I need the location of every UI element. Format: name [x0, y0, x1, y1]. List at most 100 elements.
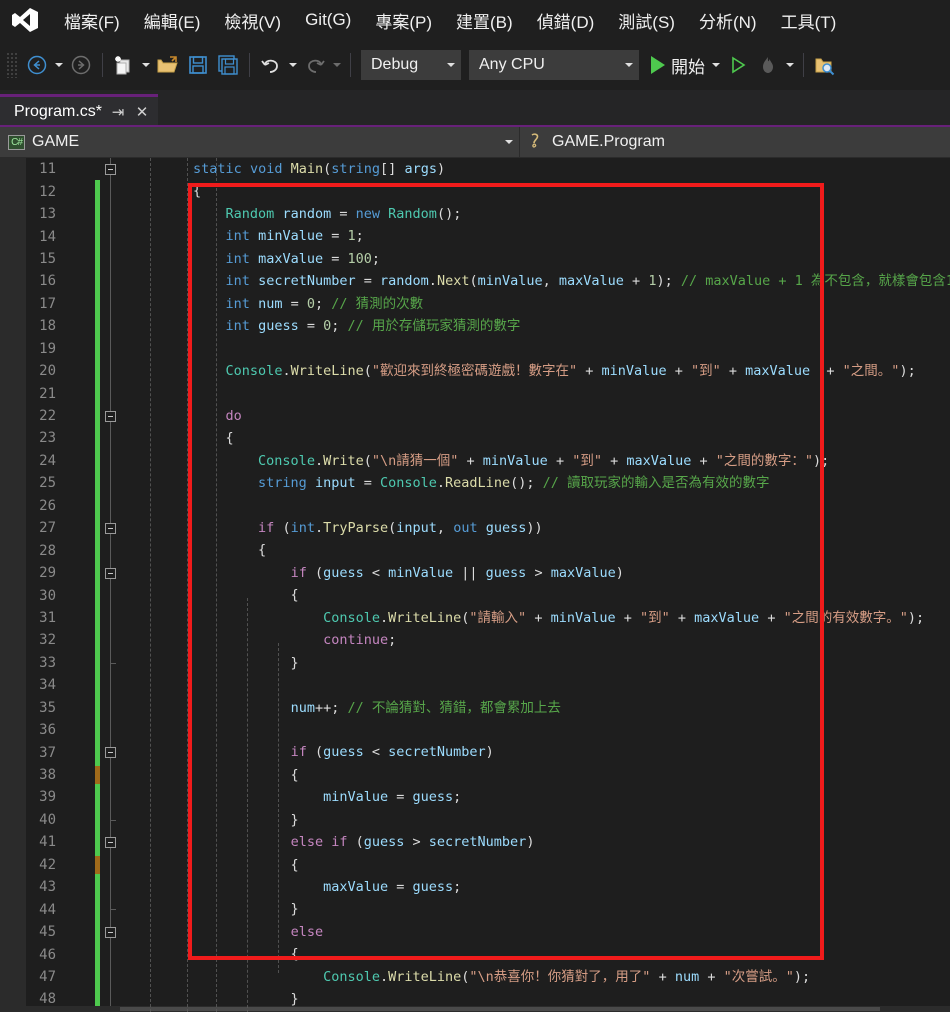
code-line-text[interactable]: if (int.TryParse(input, out guess)): [62, 517, 543, 539]
toolbar-grip[interactable]: [6, 52, 18, 78]
code-line[interactable]: 27 if (int.TryParse(input, out guess)): [0, 517, 950, 540]
code-line-text[interactable]: {: [62, 180, 201, 202]
close-icon[interactable]: ✕: [134, 103, 150, 121]
hot-reload-dropdown[interactable]: [783, 50, 797, 80]
code-line[interactable]: 14 int minValue = 1;: [0, 225, 950, 248]
code-line[interactable]: 33 }: [0, 651, 950, 675]
open-file-icon[interactable]: [153, 50, 183, 80]
new-item-dropdown[interactable]: [139, 50, 153, 80]
code-line[interactable]: 15 int maxValue = 100;: [0, 247, 950, 271]
code-line-text[interactable]: else: [62, 921, 324, 943]
redo-icon[interactable]: [300, 50, 330, 80]
code-editor[interactable]: 11 static void Main(string[] args) 12 {13…: [0, 158, 950, 1012]
save-all-icon[interactable]: [213, 50, 243, 80]
tab-program-cs[interactable]: Program.cs* ⇥ ✕: [0, 94, 159, 127]
collapse-region-icon[interactable]: [105, 567, 116, 579]
menu-item-build[interactable]: 建置(B): [444, 4, 525, 37]
find-in-files-icon[interactable]: [810, 50, 840, 80]
code-line-text[interactable]: if (guess < secretNumber): [62, 741, 494, 763]
code-line[interactable]: 37 if (guess < secretNumber): [0, 741, 950, 764]
code-line-text[interactable]: }: [62, 652, 299, 674]
code-line[interactable]: 24 Console.Write("\n請猜一個" + minValue + "…: [0, 449, 950, 473]
collapse-region-icon[interactable]: [105, 410, 116, 422]
code-line[interactable]: 36: [0, 718, 950, 742]
pin-icon[interactable]: ⇥: [110, 103, 126, 121]
code-line[interactable]: 13 Random random = new Random();: [0, 202, 950, 226]
undo-icon[interactable]: [256, 50, 286, 80]
code-line[interactable]: 41 else if (guess > secretNumber): [0, 831, 950, 854]
start-dropdown[interactable]: [709, 50, 723, 80]
code-line-text[interactable]: Console.WriteLine("歡迎來到終極密碼遊戲！數字在" + min…: [62, 360, 916, 382]
code-line-text[interactable]: int minValue = 1;: [62, 225, 364, 247]
hot-reload-icon[interactable]: [753, 50, 783, 80]
code-line[interactable]: 45 else: [0, 920, 950, 944]
code-line[interactable]: 17 int num = 0; // 猜測的次數: [0, 292, 950, 316]
code-line[interactable]: 23 {: [0, 427, 950, 450]
code-line-text[interactable]: }: [62, 898, 299, 920]
code-line[interactable]: 34: [0, 674, 950, 697]
navigate-forward-icon[interactable]: [66, 50, 96, 80]
code-line-text[interactable]: Console.Write("\n請猜一個" + minValue + "到" …: [62, 450, 829, 472]
code-line-text[interactable]: int num = 0; // 猜測的次數: [62, 293, 424, 315]
code-line-text[interactable]: static void Main(string[] args): [62, 158, 445, 180]
project-select[interactable]: C# GAME: [0, 127, 520, 157]
code-line[interactable]: 44 }: [0, 898, 950, 921]
code-line[interactable]: 21: [0, 382, 950, 405]
undo-dropdown[interactable]: [286, 50, 300, 80]
solution-configuration-select[interactable]: Debug: [361, 50, 461, 80]
collapse-region-icon[interactable]: [105, 164, 116, 175]
collapse-region-icon[interactable]: [105, 523, 116, 534]
code-line-text[interactable]: do: [62, 405, 242, 427]
menu-item-edit[interactable]: 編輯(E): [132, 4, 213, 37]
code-line[interactable]: 40 }: [0, 808, 950, 832]
code-line[interactable]: 25 string input = Console.ReadLine(); //…: [0, 472, 950, 495]
code-line-text[interactable]: minValue = guess;: [62, 786, 461, 808]
code-line[interactable]: 18 int guess = 0; // 用於存儲玩家猜測的數字: [0, 315, 950, 338]
code-line[interactable]: 39 minValue = guess;: [0, 786, 950, 809]
menu-item-file[interactable]: 檔案(F): [52, 4, 132, 37]
menu-item-project[interactable]: 專案(P): [363, 4, 444, 37]
collapse-region-icon[interactable]: [105, 837, 116, 849]
code-line[interactable]: 32 continue;: [0, 629, 950, 652]
code-line-text[interactable]: num++; // 不論猜對、猜錯，都會累加上去: [62, 697, 561, 719]
code-line-text[interactable]: int maxValue = 100;: [62, 248, 380, 270]
code-line[interactable]: 31 Console.WriteLine("請輸入" + minValue + …: [0, 606, 950, 630]
code-line-text[interactable]: maxValue = guess;: [62, 876, 461, 898]
code-line-text[interactable]: string input = Console.ReadLine(); // 讀取…: [62, 472, 769, 494]
code-line-text[interactable]: Random random = new Random();: [62, 203, 462, 225]
code-line[interactable]: 42 {: [0, 853, 950, 876]
code-line[interactable]: 28 {: [0, 539, 950, 562]
code-line-text[interactable]: {: [62, 539, 266, 561]
navigate-back-icon[interactable]: [22, 50, 52, 80]
code-line[interactable]: 20 Console.WriteLine("歡迎來到終極密碼遊戲！數字在" + …: [0, 359, 950, 383]
code-line-text[interactable]: {: [62, 427, 234, 449]
menu-item-test[interactable]: 測試(S): [606, 4, 687, 37]
code-line-text[interactable]: int guess = 0; // 用於存儲玩家猜測的數字: [62, 315, 521, 337]
code-line[interactable]: 26: [0, 494, 950, 517]
code-line-text[interactable]: }: [62, 809, 299, 831]
code-line[interactable]: 47 Console.WriteLine("\n恭喜你！你猜對了，用了" + n…: [0, 965, 950, 989]
code-line-text[interactable]: else if (guess > secretNumber): [62, 831, 535, 853]
code-line-text[interactable]: {: [62, 943, 299, 965]
menu-item-view[interactable]: 檢視(V): [212, 4, 293, 37]
code-line-text[interactable]: continue;: [62, 629, 396, 651]
code-lines-container[interactable]: 11 static void Main(string[] args) 12 {13…: [0, 158, 950, 1012]
code-line[interactable]: 35 num++; // 不論猜對、猜錯，都會累加上去: [0, 696, 950, 719]
code-line[interactable]: 16 int secretNumber = random.Next(minVal…: [0, 270, 950, 293]
collapse-region-icon[interactable]: [105, 926, 116, 938]
code-line[interactable]: 12 {: [0, 180, 950, 203]
code-line-text[interactable]: Console.WriteLine("\n恭喜你！你猜對了，用了" + num …: [62, 966, 810, 988]
code-line-text[interactable]: {: [62, 854, 299, 876]
save-icon[interactable]: [183, 50, 213, 80]
menu-item-git[interactable]: Git(G): [293, 6, 363, 34]
code-line[interactable]: 46 {: [0, 943, 950, 966]
menu-item-tools[interactable]: 工具(T): [769, 4, 849, 37]
navigate-back-dropdown[interactable]: [52, 50, 66, 80]
collapse-region-icon[interactable]: [105, 747, 116, 759]
code-line[interactable]: 43 maxValue = guess;: [0, 876, 950, 899]
menu-item-analyze[interactable]: 分析(N): [687, 4, 769, 37]
code-line-text[interactable]: }: [62, 988, 299, 1010]
code-line[interactable]: 11 static void Main(string[] args): [0, 158, 950, 181]
code-line[interactable]: 29 if (guess < minValue || guess > maxVa…: [0, 561, 950, 585]
code-line[interactable]: 19: [0, 337, 950, 360]
